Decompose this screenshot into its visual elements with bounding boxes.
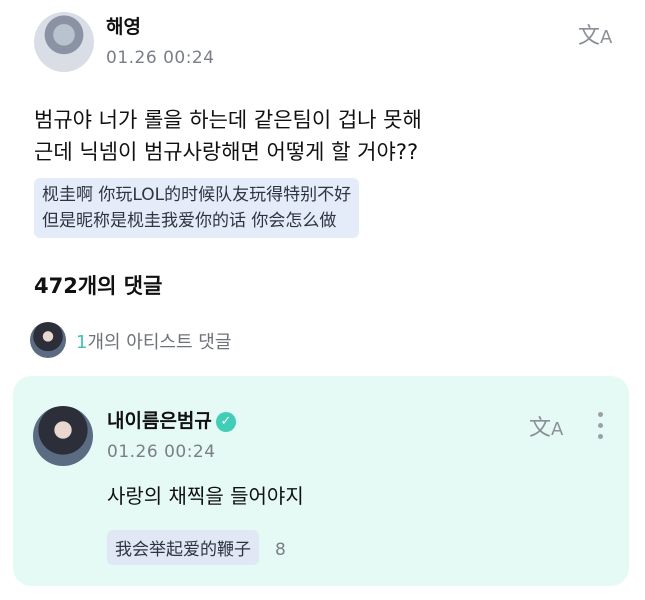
translate-icon[interactable]: 文A (578, 18, 612, 50)
artist-avatar[interactable] (30, 322, 66, 358)
reply-translate-icon[interactable]: 文A (529, 410, 563, 442)
comment-count-title: 472개의 댓글 (34, 274, 163, 298)
verified-check-icon: ✓ (215, 411, 236, 432)
reply-author-name[interactable]: 내이름은범규 (107, 410, 212, 432)
reply-timestamp: 01.26 00:24 (107, 442, 216, 462)
post-timestamp: 01.26 00:24 (106, 48, 215, 68)
reply-author-avatar[interactable] (33, 406, 93, 466)
post-text-line-1: 범규야 너가 롤을 하는데 같은팀이 겁나 못해 (34, 108, 422, 132)
reply-translation: 我会举起爱的鞭子 (107, 530, 259, 565)
reply-author-row: 내이름은범규 ✓ (107, 406, 236, 433)
post-translation-line-1: 枧圭啊 你玩LOL的时候队友玩得特别不好 (42, 185, 352, 205)
artist-comment-card: 내이름은범규 ✓ 01.26 00:24 文A 사랑의 채찍을 들어야지 我会举起… (13, 376, 629, 586)
artist-comment-label: 개의 아티스트 댓글 (87, 332, 232, 353)
post-body: 범규야 너가 롤을 하는데 같은팀이 겁나 못해 근데 닉넴이 범규사랑해면 어… (34, 104, 422, 168)
artist-comments-link[interactable]: 1개의 아티스트 댓글 (76, 328, 231, 354)
reply-text: 사랑의 채찍을 들어야지 (107, 484, 304, 508)
post-text-line-2: 근데 닉넴이 범규사랑해면 어떻게 할 거야?? (34, 140, 419, 164)
reply-translation-count: 8 (275, 540, 286, 560)
post-author-name[interactable]: 해영 (106, 12, 141, 39)
post-author-avatar[interactable] (34, 12, 94, 72)
artist-comment-count: 1 (76, 332, 88, 353)
post-translation-line-2: 但是昵称是枧圭我爱你的话 你会怎么做 (42, 211, 337, 231)
more-options-icon[interactable] (598, 412, 604, 445)
post-translation: 枧圭啊 你玩LOL的时候队友玩得特别不好 但是昵称是枧圭我爱你的话 你会怎么做 (34, 178, 360, 238)
